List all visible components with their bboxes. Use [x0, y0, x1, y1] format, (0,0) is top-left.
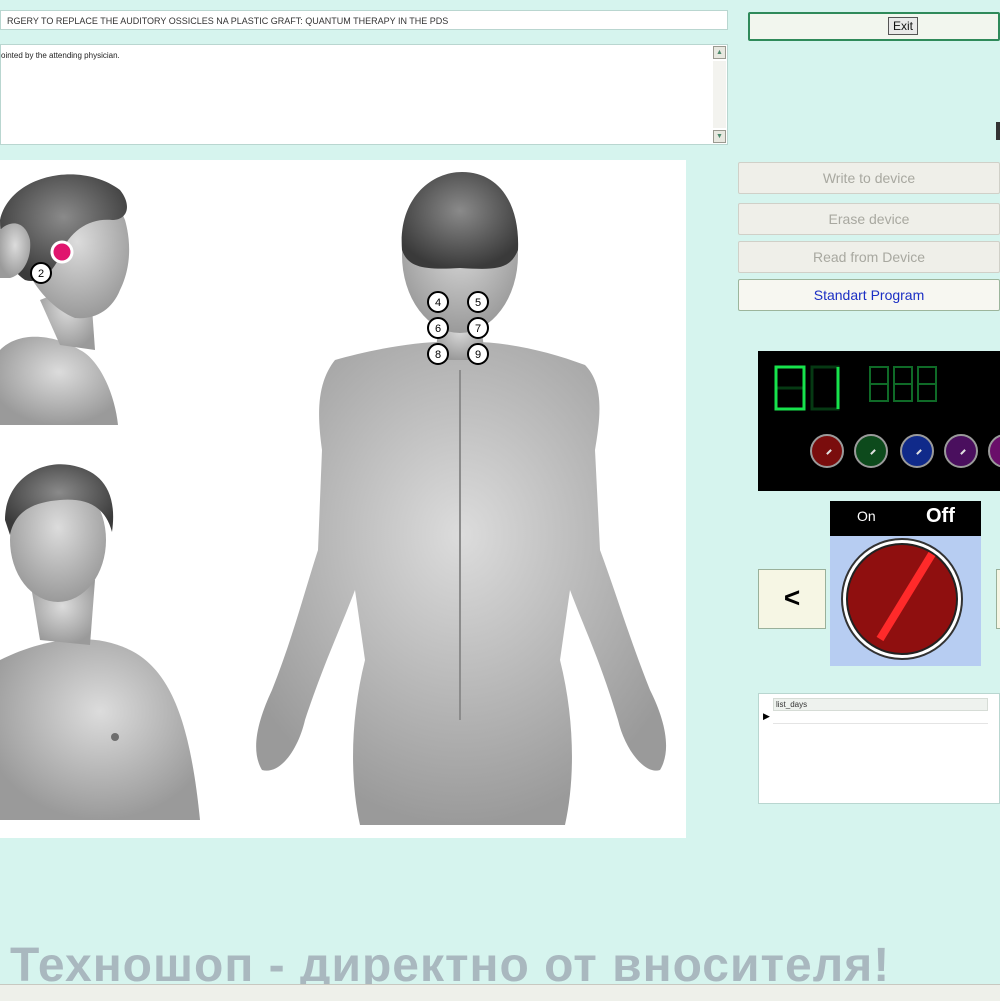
- notes-textarea[interactable]: ointed by the attending physician. ▲ ▼: [0, 44, 728, 145]
- point-1-highlight: [50, 240, 74, 264]
- scroll-up-button[interactable]: ▲: [713, 46, 726, 59]
- read-from-device-button[interactable]: Read from Device: [738, 241, 1000, 273]
- row-indicator-icon: ▶: [763, 711, 770, 721]
- column-header-list-days[interactable]: list_days: [773, 698, 988, 711]
- point-label-5: 5: [475, 297, 481, 309]
- point-label-8: 8: [435, 349, 441, 361]
- channel-knob-green[interactable]: [854, 434, 888, 468]
- standard-program-button[interactable]: Standart Program: [738, 279, 1000, 311]
- switch-header: On Off: [830, 501, 981, 536]
- side-marker: [996, 122, 1000, 140]
- point-label-9: 9: [475, 349, 481, 361]
- erase-device-button[interactable]: Erase device: [738, 203, 1000, 235]
- point-label-6: 6: [435, 323, 441, 335]
- profile-head-figure: [0, 174, 130, 425]
- body-figure-panel: 2 4 5 6 7 8 9: [0, 160, 686, 838]
- program-number-display: [774, 365, 840, 411]
- point-label-4: 4: [435, 297, 441, 309]
- channel-knob-blue[interactable]: [900, 434, 934, 468]
- off-label: Off: [926, 505, 955, 527]
- power-switch-panel[interactable]: On Off: [830, 501, 981, 666]
- back-body-figure: [256, 172, 667, 825]
- status-bar: [0, 984, 1000, 1001]
- point-label-2: 2: [38, 268, 44, 280]
- channel-knob-purple[interactable]: [944, 434, 978, 468]
- channel-knob-magenta[interactable]: [988, 434, 1000, 468]
- previous-button[interactable]: <: [758, 569, 826, 629]
- table-row[interactable]: [773, 711, 988, 724]
- exit-label: Exit: [888, 17, 918, 35]
- notes-text: ointed by the attending physician.: [1, 51, 120, 60]
- scroll-down-button[interactable]: ▼: [713, 130, 726, 143]
- led-display-panel: [758, 351, 1000, 491]
- procedure-title-field[interactable]: RGERY TO REPLACE THE AUDITORY OSSICLES N…: [0, 10, 728, 30]
- point-label-7: 7: [475, 323, 481, 335]
- seven-segment-display: [774, 365, 937, 411]
- scrollbar-track[interactable]: [713, 61, 726, 128]
- timer-display: [869, 366, 937, 402]
- front-torso-figure: [0, 464, 200, 820]
- exit-button[interactable]: Exit: [748, 12, 1000, 41]
- channel-knob-red[interactable]: [810, 434, 844, 468]
- list-days-grid[interactable]: list_days ▶: [758, 693, 1000, 804]
- on-label: On: [857, 508, 876, 524]
- power-knob[interactable]: [830, 536, 981, 666]
- body-figure-illustration: 2 4 5 6 7 8 9: [0, 172, 667, 825]
- write-to-device-button[interactable]: Write to device: [738, 162, 1000, 194]
- next-button[interactable]: [996, 569, 1000, 629]
